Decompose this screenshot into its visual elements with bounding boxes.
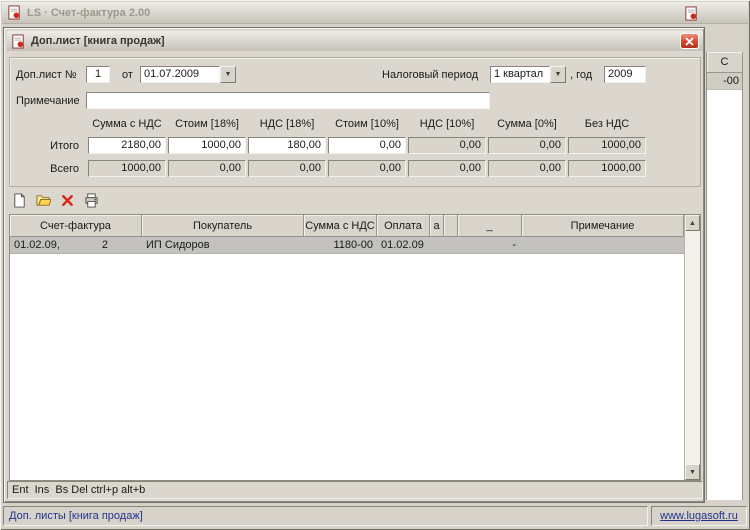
note-label: Примечание bbox=[16, 95, 80, 107]
grid-header-note[interactable]: Примечание bbox=[522, 215, 684, 237]
grid-header-underscore[interactable]: _ bbox=[458, 215, 522, 237]
itogo-cell[interactable]: 0,00 bbox=[328, 137, 406, 154]
scroll-up-button[interactable]: ▲ bbox=[685, 215, 700, 231]
vsego-cell: 0,00 bbox=[328, 160, 406, 177]
background-grid-cell: -00 bbox=[707, 73, 742, 90]
website-link[interactable]: www.lugasoft.ru bbox=[651, 506, 747, 526]
print-button[interactable] bbox=[81, 191, 101, 210]
year-input[interactable]: 2009 bbox=[604, 66, 646, 83]
scroll-up-icon: ▲ bbox=[689, 219, 696, 227]
chevron-down-icon: ▼ bbox=[224, 71, 232, 78]
itogo-cell[interactable]: 180,00 bbox=[248, 137, 326, 154]
totals-header: НДС [18%] bbox=[259, 118, 315, 130]
year-label: , год bbox=[570, 69, 593, 81]
grid-header-payment[interactable]: Оплата bbox=[377, 215, 430, 237]
cell-blank bbox=[444, 237, 458, 253]
totals-table: Сумма с НДС Стоим [18%] НДС [18%] Стоим … bbox=[12, 114, 646, 177]
tax-period-label: Налоговый период bbox=[382, 69, 479, 81]
itogo-cell[interactable]: 1000,00 bbox=[168, 137, 246, 154]
totals-header: Сумма [0%] bbox=[497, 118, 557, 130]
sheet-no-input[interactable]: 1 bbox=[86, 66, 110, 83]
itogo-cell: 0,00 bbox=[408, 137, 486, 154]
vertical-scrollbar[interactable]: ▲ ▼ bbox=[684, 215, 700, 480]
close-icon bbox=[685, 36, 694, 46]
totals-header: Без НДС bbox=[584, 118, 630, 130]
print-icon bbox=[84, 193, 98, 208]
scroll-down-icon: ▼ bbox=[689, 468, 696, 476]
grid-header-row: Счет-фактура Покупатель Сумма с НДС Опла… bbox=[10, 215, 700, 237]
itogo-cell[interactable]: 2180,00 bbox=[88, 137, 166, 154]
open-button[interactable] bbox=[33, 191, 53, 210]
totals-header: Сумма с НДС bbox=[92, 118, 162, 130]
delete-icon bbox=[61, 195, 73, 206]
tax-period-dropdown-button[interactable]: ▼ bbox=[550, 66, 566, 83]
new-document-button[interactable] bbox=[9, 191, 29, 210]
vsego-cell: 1000,00 bbox=[88, 160, 166, 177]
vsego-cell: 0,00 bbox=[248, 160, 326, 177]
close-button[interactable] bbox=[680, 33, 699, 49]
dialog-statusbar: Ent Ins Bs Del ctrl+p alt+b bbox=[7, 481, 703, 499]
grid-row-selected[interactable]: 01.02.09, 2 ИП Сидоров 1180-00 01.02.09 … bbox=[10, 237, 700, 254]
note-input[interactable] bbox=[86, 92, 490, 109]
date-dropdown-button[interactable]: ▼ bbox=[220, 66, 236, 83]
app-icon bbox=[7, 5, 22, 20]
background-grid-strip: С -00 bbox=[706, 52, 743, 500]
vsego-cell: 0,00 bbox=[408, 160, 486, 177]
new-document-icon bbox=[13, 193, 25, 208]
cell-sum: 1180-00 bbox=[333, 239, 373, 251]
statusbar-context-text: Доп. листы [книга продаж] bbox=[3, 506, 648, 526]
invoices-grid: Счет-фактура Покупатель Сумма с НДС Опла… bbox=[9, 214, 701, 481]
cell-note bbox=[522, 237, 684, 253]
cell-buyer: ИП Сидоров bbox=[146, 239, 210, 251]
itogo-cell: 1000,00 bbox=[568, 137, 646, 154]
app-icon bbox=[684, 5, 699, 21]
tax-period-value[interactable]: 1 квартал bbox=[490, 66, 550, 83]
grid-header-buyer[interactable]: Покупатель bbox=[142, 215, 304, 237]
date-value[interactable]: 01.07.2009 bbox=[140, 66, 220, 83]
cell-invoice: 01.02.09, 2 bbox=[10, 237, 142, 253]
cell-invoice-date: 01.02.09, bbox=[14, 239, 60, 251]
itogo-cell: 0,00 bbox=[488, 137, 566, 154]
vsego-cell: 0,00 bbox=[168, 160, 246, 177]
dialog-titlebar[interactable]: Доп.лист [книга продаж] bbox=[7, 31, 703, 51]
chevron-down-icon: ▼ bbox=[554, 71, 562, 78]
vsego-label: Всего bbox=[50, 162, 79, 175]
open-folder-icon bbox=[35, 195, 51, 206]
vsego-cell: 1000,00 bbox=[568, 160, 646, 177]
scroll-down-button[interactable]: ▼ bbox=[685, 464, 700, 480]
totals-header: Стоим [18%] bbox=[175, 118, 239, 130]
cell-invoice-number: 2 bbox=[101, 239, 108, 251]
toolbar bbox=[9, 191, 101, 210]
main-window-titlebar[interactable]: LS · Счет-фактура 2.00 bbox=[2, 2, 748, 24]
itogo-label: Итого bbox=[50, 139, 79, 152]
main-statusbar: Доп. листы [книга продаж] www.lugasoft.r… bbox=[3, 506, 747, 526]
totals-header: НДС [10%] bbox=[419, 118, 475, 130]
grid-header-sum[interactable]: Сумма с НДС bbox=[304, 215, 377, 237]
app-icon bbox=[11, 33, 26, 49]
delete-button[interactable] bbox=[57, 191, 77, 210]
background-grid-column-header: С bbox=[707, 52, 742, 73]
date-combo[interactable]: 01.07.2009 ▼ bbox=[140, 66, 236, 83]
app-window: { "window": { "title": "LS · Счет-фактур… bbox=[0, 0, 750, 530]
grid-header-invoice[interactable]: Счет-фактура bbox=[10, 215, 142, 237]
dialog-dop-list: Доп.лист [книга продаж] Доп.лист № 1 от … bbox=[3, 27, 705, 503]
grid-header-a[interactable]: а bbox=[430, 215, 444, 237]
from-label: от bbox=[122, 69, 133, 81]
totals-header: Стоим [10%] bbox=[335, 118, 399, 130]
grid-header-blank[interactable] bbox=[444, 215, 458, 237]
cell-payment: 01.02.09 bbox=[381, 239, 424, 251]
cell-a bbox=[430, 237, 444, 253]
keyboard-hints: Ent Ins Bs Del ctrl+p alt+b bbox=[12, 484, 146, 496]
cell-flag: - bbox=[512, 239, 516, 251]
mdi-child-menu-icon[interactable] bbox=[683, 5, 699, 21]
form-panel: Доп.лист № 1 от 01.07.2009 ▼ Налоговый п… bbox=[9, 57, 701, 187]
sheet-no-label: Доп.лист № bbox=[16, 69, 77, 81]
main-window-title: LS · Счет-фактура 2.00 bbox=[27, 6, 151, 19]
vsego-cell: 0,00 bbox=[488, 160, 566, 177]
tax-period-combo[interactable]: 1 квартал ▼ bbox=[490, 66, 566, 83]
dialog-title: Доп.лист [книга продаж] bbox=[31, 35, 165, 47]
